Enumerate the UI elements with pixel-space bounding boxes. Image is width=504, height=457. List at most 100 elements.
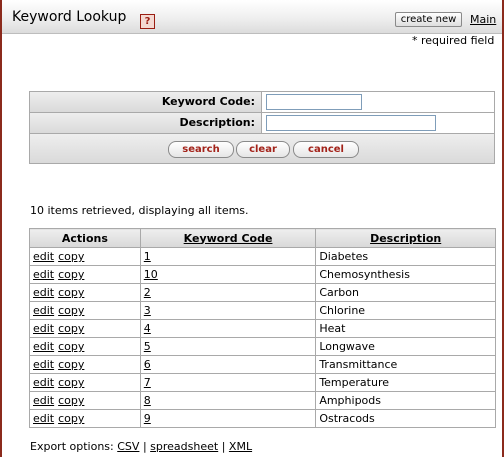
- results-summary: 10 items retrieved, displaying all items…: [30, 204, 249, 217]
- description-input[interactable]: [266, 115, 436, 131]
- keyword-code-link[interactable]: 2: [144, 286, 151, 299]
- copy-link[interactable]: copy: [58, 268, 84, 281]
- keyword-code-cell: 3: [139, 301, 317, 320]
- copy-link[interactable]: copy: [58, 376, 84, 389]
- edit-link[interactable]: edit: [33, 394, 54, 407]
- export-spreadsheet-link[interactable]: spreadsheet: [150, 440, 218, 453]
- separator: |: [221, 440, 226, 453]
- table-row: edit copy 8 Amphipods: [29, 391, 496, 410]
- table-header-row: Actions Keyword Code Description: [29, 228, 496, 248]
- edit-link[interactable]: edit: [33, 412, 54, 425]
- description-cell: Chlorine: [315, 301, 496, 320]
- description-cell: Chemosynthesis: [315, 265, 496, 284]
- clear-button[interactable]: clear: [236, 141, 290, 158]
- copy-link[interactable]: copy: [58, 250, 84, 263]
- keyword-code-cell: 7: [139, 373, 317, 392]
- copy-link[interactable]: copy: [58, 358, 84, 371]
- edit-link[interactable]: edit: [33, 376, 54, 389]
- page-header: Keyword Lookup ? create new Main: [2, 0, 502, 34]
- table-row: edit copy 10 Chemosynthesis: [29, 265, 496, 284]
- actions-cell: edit copy: [29, 319, 141, 338]
- keyword-code-cell: 4: [139, 319, 317, 338]
- actions-cell: edit copy: [29, 391, 141, 410]
- keyword-code-link[interactable]: 10: [144, 268, 158, 281]
- actions-cell: edit copy: [29, 409, 141, 428]
- keyword-code-link[interactable]: 3: [144, 304, 151, 317]
- copy-link[interactable]: copy: [58, 340, 84, 353]
- results-table: Actions Keyword Code Description edit cop…: [29, 228, 496, 428]
- copy-link[interactable]: copy: [58, 412, 84, 425]
- description-cell: Longwave: [315, 337, 496, 356]
- keyword-code-cell: 6: [139, 355, 317, 374]
- export-csv-link[interactable]: CSV: [117, 440, 139, 453]
- edit-link[interactable]: edit: [33, 268, 54, 281]
- description-cell: [262, 113, 494, 133]
- table-row: edit copy 4 Heat: [29, 319, 496, 338]
- keyword-code-row: Keyword Code:: [30, 92, 494, 113]
- table-row: edit copy 2 Carbon: [29, 283, 496, 302]
- keyword-code-label: Keyword Code:: [30, 92, 262, 112]
- column-header-keyword-code[interactable]: Keyword Code: [139, 228, 317, 248]
- edit-link[interactable]: edit: [33, 322, 54, 335]
- column-header-description[interactable]: Description: [315, 228, 496, 248]
- edit-link[interactable]: edit: [33, 340, 54, 353]
- edit-link[interactable]: edit: [33, 286, 54, 299]
- keyword-code-link[interactable]: 4: [144, 322, 151, 335]
- search-panel: Keyword Code: Description: search clear …: [29, 91, 495, 164]
- description-cell: Carbon: [315, 283, 496, 302]
- table-row: edit copy 9 Ostracods: [29, 409, 496, 428]
- table-row: edit copy 5 Longwave: [29, 337, 496, 356]
- keyword-code-link[interactable]: 5: [144, 340, 151, 353]
- keyword-code-cell: 8: [139, 391, 317, 410]
- edit-link[interactable]: edit: [33, 358, 54, 371]
- help-icon[interactable]: ?: [140, 14, 155, 29]
- page-title: Keyword Lookup: [12, 9, 127, 25]
- copy-link[interactable]: copy: [58, 322, 84, 335]
- description-cell: Temperature: [315, 373, 496, 392]
- keyword-code-cell: [262, 92, 494, 112]
- keyword-code-link[interactable]: 9: [144, 412, 151, 425]
- export-xml-link[interactable]: XML: [229, 440, 252, 453]
- keyword-code-cell: 1: [139, 247, 317, 266]
- actions-cell: edit copy: [29, 355, 141, 374]
- actions-cell: edit copy: [29, 337, 141, 356]
- keyword-code-cell: 5: [139, 337, 317, 356]
- required-field-note: * required field: [412, 34, 495, 47]
- keyword-code-link[interactable]: 8: [144, 394, 151, 407]
- description-row: Description:: [30, 113, 494, 134]
- description-cell: Ostracods: [315, 409, 496, 428]
- copy-link[interactable]: copy: [58, 394, 84, 407]
- column-header-actions: Actions: [29, 228, 141, 248]
- table-row: edit copy 6 Transmittance: [29, 355, 496, 374]
- actions-cell: edit copy: [29, 373, 141, 392]
- search-button[interactable]: search: [168, 141, 234, 158]
- keyword-code-link[interactable]: 1: [144, 250, 151, 263]
- cancel-button[interactable]: cancel: [293, 141, 359, 158]
- create-new-button[interactable]: create new: [395, 12, 462, 27]
- description-cell: Amphipods: [315, 391, 496, 410]
- keyword-code-link[interactable]: 6: [144, 358, 151, 371]
- actions-cell: edit copy: [29, 247, 141, 266]
- keyword-code-link[interactable]: 7: [144, 376, 151, 389]
- copy-link[interactable]: copy: [58, 304, 84, 317]
- actions-cell: edit copy: [29, 301, 141, 320]
- keyword-code-input[interactable]: [266, 94, 362, 110]
- export-options: Export options: CSV | spreadsheet | XML: [30, 440, 252, 453]
- actions-cell: edit copy: [29, 265, 141, 284]
- keyword-code-cell: 2: [139, 283, 317, 302]
- actions-cell: edit copy: [29, 283, 141, 302]
- description-cell: Transmittance: [315, 355, 496, 374]
- table-row: edit copy 3 Chlorine: [29, 301, 496, 320]
- table-row: edit copy 1 Diabetes: [29, 247, 496, 266]
- main-link[interactable]: Main: [470, 13, 496, 26]
- left-border: [0, 0, 2, 457]
- description-label: Description:: [30, 113, 262, 133]
- edit-link[interactable]: edit: [33, 304, 54, 317]
- export-label: Export options:: [30, 440, 114, 453]
- search-button-row: search clear cancel: [30, 134, 494, 163]
- table-row: edit copy 7 Temperature: [29, 373, 496, 392]
- copy-link[interactable]: copy: [58, 286, 84, 299]
- edit-link[interactable]: edit: [33, 250, 54, 263]
- description-cell: Diabetes: [315, 247, 496, 266]
- keyword-code-cell: 9: [139, 409, 317, 428]
